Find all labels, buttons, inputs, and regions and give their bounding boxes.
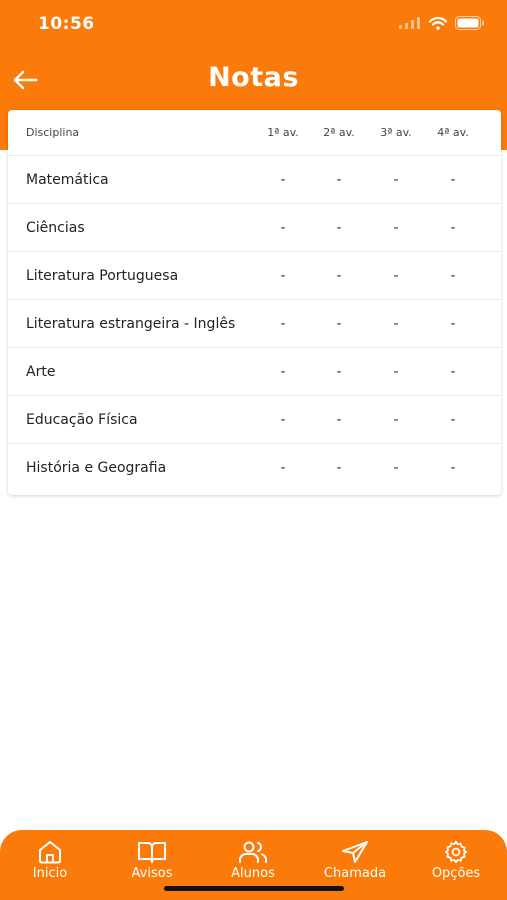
column-header-av1: 1ª av. — [267, 126, 299, 139]
grade-cell: - — [393, 363, 399, 380]
users-icon — [239, 841, 268, 863]
grade-cell: - — [393, 267, 399, 284]
tab-opcoes[interactable]: Opções — [411, 840, 501, 881]
tab-avisos[interactable]: Avisos — [107, 840, 197, 881]
grade-cell: - — [336, 267, 342, 284]
table-row: Ciências - - - - — [8, 204, 501, 252]
grade-cell: - — [336, 171, 342, 188]
grade-cell: - — [450, 411, 456, 428]
grade-cell: - — [336, 460, 342, 476]
grade-cell: - — [450, 171, 456, 188]
subject-name: Matemática — [26, 171, 109, 188]
page-title: Notas — [208, 62, 299, 93]
grade-cell: - — [280, 171, 286, 188]
send-icon — [342, 841, 368, 863]
column-header-av2: 2ª av. — [323, 126, 355, 139]
home-icon — [39, 841, 61, 864]
tab-chamada[interactable]: Chamada — [310, 840, 400, 881]
status-bar: 10:56 — [0, 0, 507, 50]
subject-name: Ciências — [26, 219, 85, 236]
grade-cell: - — [393, 219, 399, 236]
grade-cell: - — [280, 460, 286, 476]
grade-cell: - — [280, 315, 286, 332]
subject-name: Arte — [26, 363, 56, 380]
table-row: Literatura estrangeira - Inglês - - - - — [8, 300, 501, 348]
grade-cell: - — [450, 219, 456, 236]
subject-name: História e Geografia — [26, 460, 167, 476]
column-header-discipline: Disciplina — [26, 126, 80, 139]
grades-table: Disciplina 1ª av. 2ª av. 3ª av. 4ª av. M… — [8, 110, 501, 495]
grade-cell: - — [393, 171, 399, 188]
book-icon — [138, 842, 166, 863]
column-header-av4: 4ª av. — [437, 126, 469, 139]
table-header: Disciplina 1ª av. 2ª av. 3ª av. 4ª av. — [8, 110, 501, 156]
status-icons — [399, 16, 485, 30]
grade-cell: - — [336, 411, 342, 428]
tab-label: Inicio — [32, 866, 68, 881]
nav-bar: Notas — [0, 56, 507, 104]
grade-cell: - — [280, 411, 286, 428]
grade-cell: - — [450, 460, 456, 476]
subject-name: Literatura estrangeira - Inglês — [26, 315, 236, 332]
grade-cell: - — [393, 315, 399, 332]
table-row: Matemática - - - - — [8, 156, 501, 204]
tab-label: Chamada — [323, 866, 387, 881]
grade-cell: - — [336, 363, 342, 380]
grade-cell: - — [280, 267, 286, 284]
status-time: 10:56 — [38, 14, 95, 34]
grade-cell: - — [336, 315, 342, 332]
tab-inicio[interactable]: Inicio — [5, 840, 95, 881]
wifi-icon — [429, 16, 447, 30]
tab-label: Alunos — [231, 866, 275, 881]
subject-name: Literatura Portuguesa — [26, 267, 179, 284]
grade-cell: - — [336, 219, 342, 236]
table-row: Literatura Portuguesa - - - - — [8, 252, 501, 300]
grade-cell: - — [450, 267, 456, 284]
table-row: Educação Física - - - - — [8, 396, 501, 444]
tab-alunos[interactable]: Alunos — [208, 840, 298, 881]
table-row: Arte - - - - — [8, 348, 501, 396]
gear-icon — [444, 840, 468, 864]
grade-cell: - — [280, 219, 286, 236]
grade-cell: - — [450, 315, 456, 332]
grade-cell: - — [393, 411, 399, 428]
tab-label: Opções — [431, 866, 481, 881]
table-row: História e Geografia - - - - — [8, 444, 501, 492]
grade-cell: - — [393, 460, 399, 476]
grade-cell: - — [450, 363, 456, 380]
signal-icon — [399, 17, 420, 29]
column-header-av3: 3ª av. — [380, 126, 412, 139]
grade-cell: - — [280, 363, 286, 380]
tab-label: Avisos — [131, 866, 173, 881]
home-indicator — [164, 886, 344, 891]
subject-name: Educação Física — [26, 411, 138, 428]
battery-icon — [455, 16, 484, 30]
